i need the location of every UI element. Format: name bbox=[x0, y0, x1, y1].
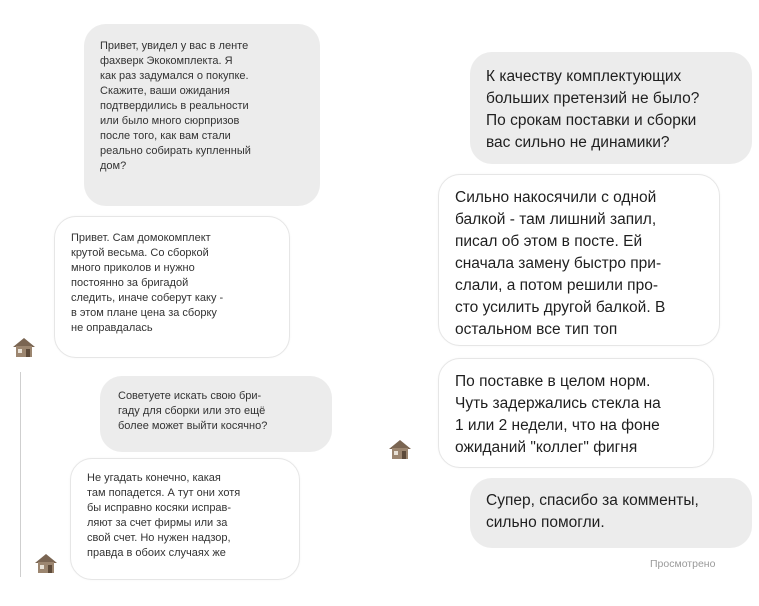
seen-status: Просмотрено bbox=[650, 558, 716, 570]
message-bubble-received: Не угадать конечно, какая там попадется.… bbox=[70, 458, 300, 580]
thread-line bbox=[20, 372, 21, 577]
house-avatar-icon bbox=[34, 552, 58, 574]
house-avatar-icon bbox=[12, 336, 36, 358]
message-bubble-sent: Супер, спасибо за комменты, сильно помог… bbox=[470, 478, 752, 548]
message-bubble-received: По поставке в целом норм. Чуть задержали… bbox=[438, 358, 714, 468]
message-bubble-sent: К качеству комплектующих больших претенз… bbox=[470, 52, 752, 164]
message-bubble-sent: Привет, увидел у вас в ленте фахверк Эко… bbox=[84, 24, 320, 206]
house-avatar-icon bbox=[388, 438, 412, 460]
message-bubble-received: Привет. Сам домокомплект крутой весьма. … bbox=[54, 216, 290, 358]
message-bubble-received: Сильно накосячили с одной балкой - там л… bbox=[438, 174, 720, 346]
message-bubble-sent: Советуете искать свою бри- гаду для сбор… bbox=[100, 376, 332, 452]
